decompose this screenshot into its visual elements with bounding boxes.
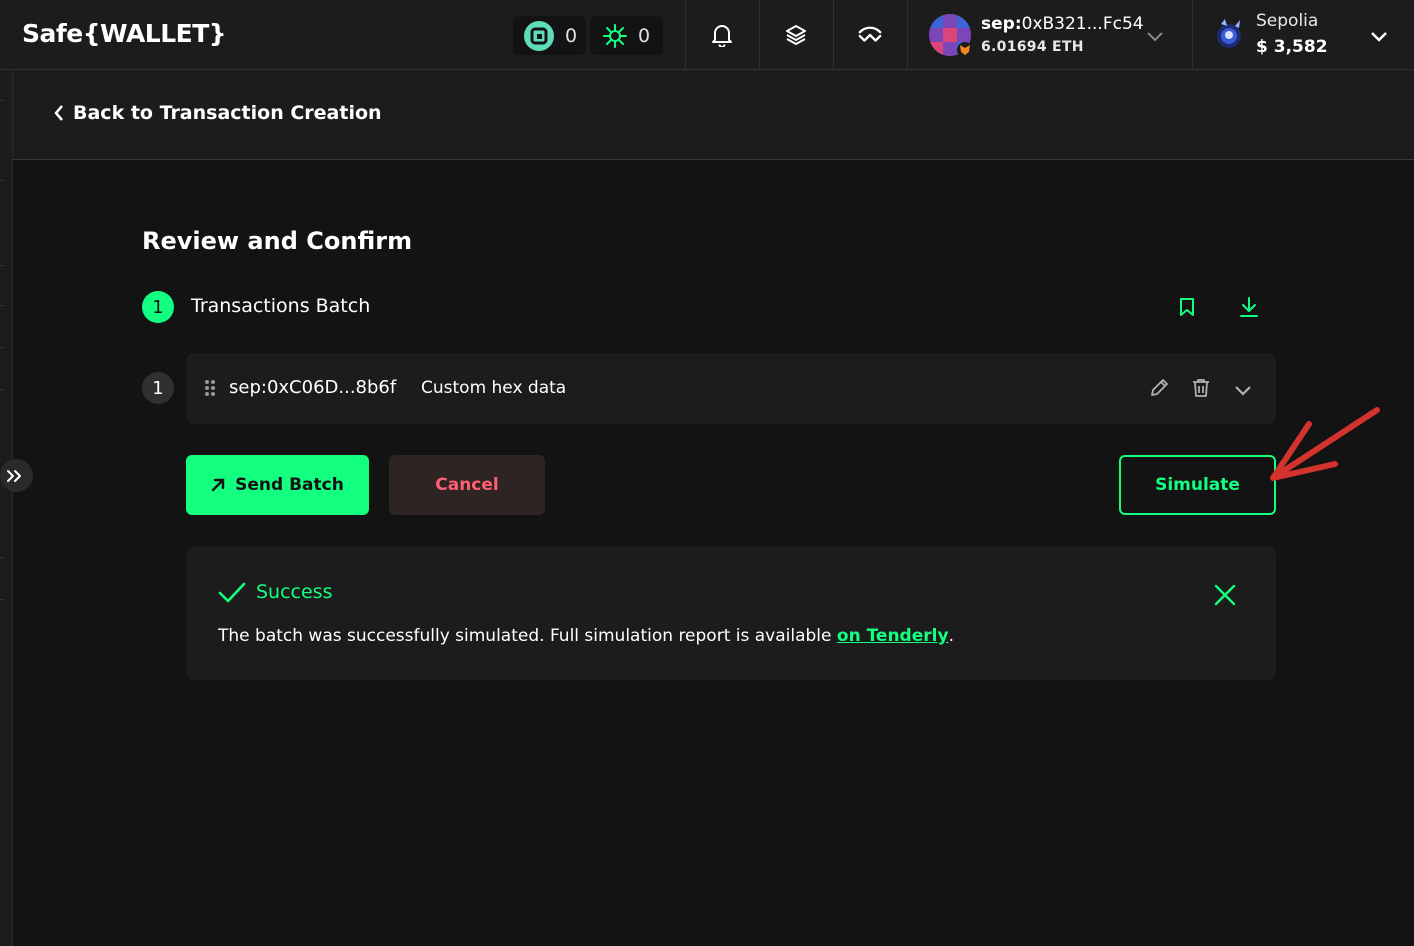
star-counter[interactable]: 0: [590, 16, 663, 55]
safe-token-icon: [523, 20, 555, 52]
safe-token-counter[interactable]: 0: [513, 16, 586, 55]
network-name: Sepolia: [1256, 11, 1319, 31]
checkmark-icon: [218, 582, 246, 608]
network-selector[interactable]: Sepolia $ 3,582: [1193, 0, 1414, 70]
chevron-down-icon: [1146, 28, 1164, 47]
delete-trash-icon[interactable]: [1192, 378, 1210, 402]
account-selector[interactable]: sep:0xB321...Fc54 6.01694 ETH: [908, 0, 1192, 70]
bookmark-icon[interactable]: [1175, 295, 1199, 319]
expand-chevron-down-icon[interactable]: [1234, 382, 1252, 401]
transaction-index: 1: [142, 372, 174, 404]
sidebar-tick: [0, 100, 3, 101]
sidebar-tick: [0, 599, 3, 600]
notifications-bell-icon[interactable]: [709, 22, 735, 48]
star-count: 0: [638, 24, 651, 47]
alert-message-suffix: .: [948, 626, 954, 646]
sidebar-tick: [0, 180, 3, 181]
header-divider: [759, 0, 760, 70]
layers-icon[interactable]: [783, 22, 809, 48]
safe-token-count: 0: [565, 24, 578, 47]
sidebar-tick: [0, 557, 3, 558]
safe-wallet-logo[interactable]: Safe{WALLET}: [22, 19, 227, 48]
network-fiat-total: $ 3,582: [1256, 37, 1328, 57]
alert-message-text: The batch was successfully simulated. Fu…: [218, 626, 837, 646]
transaction-row[interactable]: sep:0xC06D...8b6f Custom hex data: [186, 353, 1276, 424]
expand-sidebar-button[interactable]: [0, 459, 33, 492]
page-title: Review and Confirm: [142, 227, 413, 255]
header-divider: [685, 0, 686, 70]
back-label: Back to Transaction Creation: [73, 102, 382, 124]
transaction-address: sep:0xC06D...8b6f: [229, 377, 397, 398]
alert-title: Success: [256, 581, 333, 603]
sepolia-network-icon: [1213, 16, 1247, 52]
success-alert: Success The batch was successfully simul…: [186, 546, 1276, 680]
sidebar-tick: [0, 305, 3, 306]
double-chevron-right-icon: [6, 469, 22, 483]
star-burst-icon: [602, 23, 628, 49]
header-divider: [833, 0, 834, 70]
account-address: sep:0xB321...Fc54: [981, 14, 1144, 34]
close-icon[interactable]: [1214, 584, 1236, 610]
drag-handle-icon[interactable]: [204, 379, 216, 401]
account-balance: 6.01694 ETH: [981, 39, 1084, 55]
cancel-button[interactable]: Cancel: [389, 455, 545, 515]
sidebar-tick: [0, 347, 3, 348]
download-icon[interactable]: [1237, 295, 1261, 319]
subheader-bar: Back to Transaction Creation: [13, 70, 1414, 160]
sidebar-tick: [0, 265, 3, 266]
edit-pencil-icon[interactable]: [1149, 378, 1169, 402]
back-to-transaction-creation-link[interactable]: Back to Transaction Creation: [53, 102, 382, 124]
tenderly-link[interactable]: on Tenderly: [837, 626, 949, 646]
arrow-up-right-icon: [211, 478, 225, 492]
simulate-button[interactable]: Simulate: [1119, 455, 1276, 515]
batch-title: Transactions Batch: [191, 295, 371, 317]
walletconnect-icon[interactable]: [857, 22, 883, 48]
chevron-down-icon: [1370, 28, 1388, 47]
step-badge: 1: [142, 291, 174, 323]
transaction-type: Custom hex data: [421, 378, 567, 398]
send-batch-label: Send Batch: [235, 475, 344, 495]
annotation-arrow-icon: [1270, 407, 1380, 481]
metamask-fox-icon: [957, 42, 973, 58]
alert-message: The batch was successfully simulated. Fu…: [218, 626, 954, 646]
chevron-left-icon: [53, 104, 65, 122]
top-header: Safe{WALLET} 0 0 sep:0xB321...Fc54 6.016…: [0, 0, 1414, 70]
send-batch-button[interactable]: Send Batch: [186, 455, 369, 515]
sidebar-tick: [0, 389, 3, 390]
